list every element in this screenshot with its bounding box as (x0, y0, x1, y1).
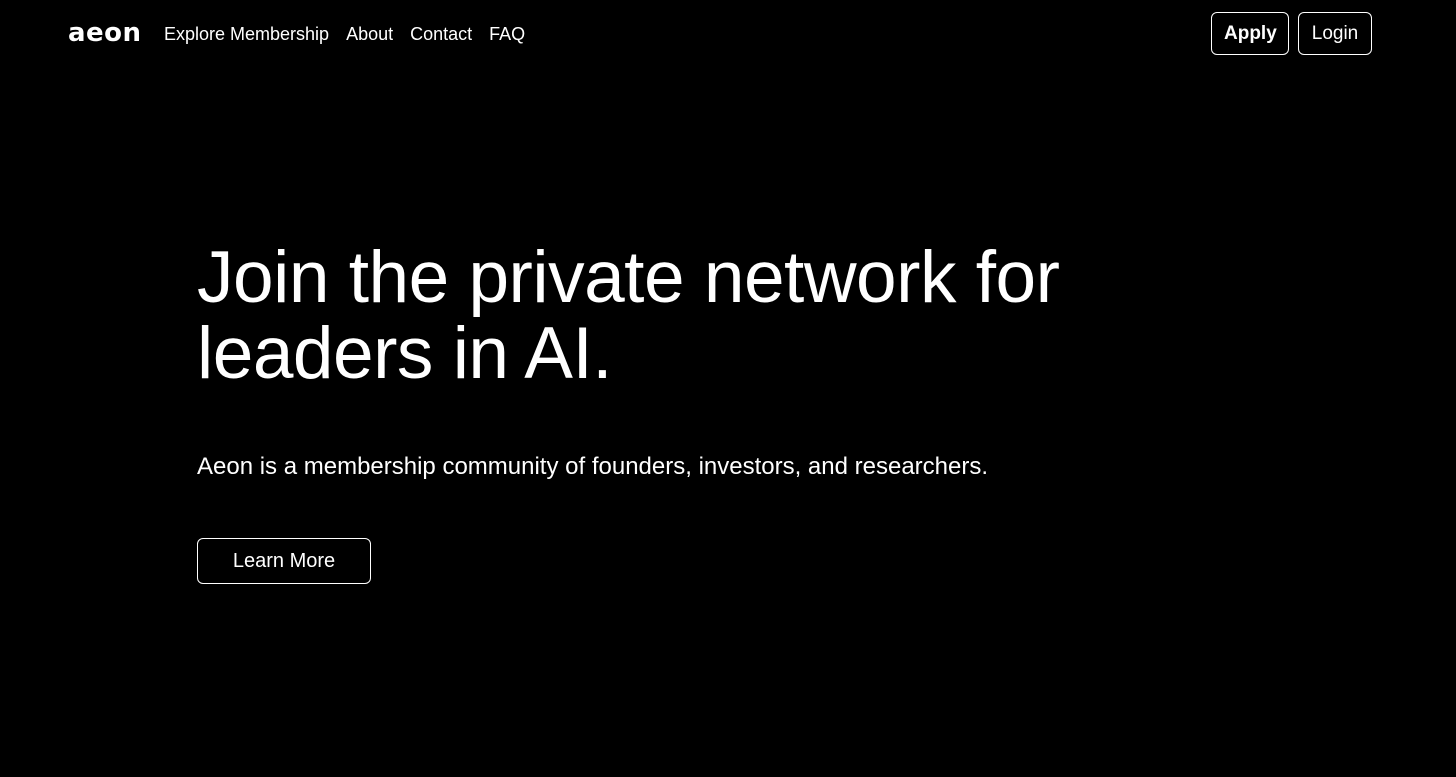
nav-link-explore-membership[interactable]: Explore Membership (164, 21, 329, 47)
nav-link-about[interactable]: About (346, 21, 393, 47)
header-actions: Apply Login (1211, 12, 1372, 55)
apply-button[interactable]: Apply (1211, 12, 1289, 55)
logo[interactable]: aeon (68, 14, 142, 52)
hero-subtitle: Aeon is a membership community of founde… (197, 453, 989, 480)
landing-page: aeon Explore Membership About Contact FA… (0, 0, 1456, 777)
learn-more-button[interactable]: Learn More (197, 538, 371, 584)
nav-link-contact[interactable]: Contact (410, 21, 472, 47)
site-header: aeon Explore Membership About Contact FA… (0, 0, 1456, 68)
hero-title: Join the private network for leaders in … (197, 237, 1060, 394)
main-nav: Explore Membership About Contact FAQ (164, 21, 525, 47)
hero-section: Join the private network for leaders in … (197, 240, 1197, 483)
nav-link-faq[interactable]: FAQ (489, 21, 525, 47)
login-button[interactable]: Login (1298, 12, 1372, 55)
